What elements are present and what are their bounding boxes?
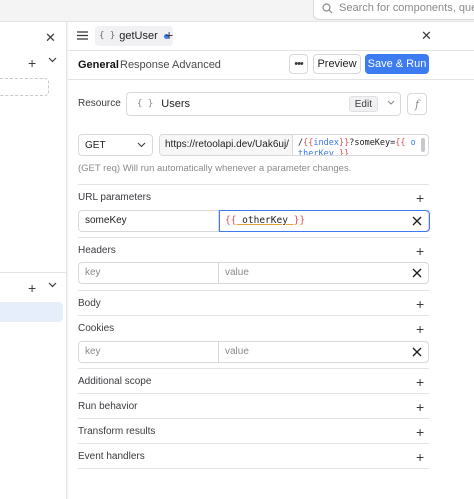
add-body-icon[interactable]: + <box>416 297 424 311</box>
divider <box>78 443 429 444</box>
divider <box>78 184 429 185</box>
cookie-row: key value <box>78 341 429 363</box>
cookie-value-input[interactable]: value <box>225 342 249 362</box>
resource-name: Users <box>161 98 190 110</box>
chevron-down-icon <box>137 142 146 148</box>
divider <box>78 315 429 316</box>
chevron-down-icon <box>387 100 395 105</box>
more-options-button[interactable]: ••• <box>289 54 308 74</box>
divider <box>78 368 429 369</box>
tab-response[interactable]: Response <box>120 59 170 71</box>
braces-icon: { } <box>137 99 154 109</box>
url-base: https://retoolapi.dev/Uak6uj/ <box>160 135 293 155</box>
header-value-input[interactable]: value <box>225 263 249 283</box>
add-icon[interactable]: + <box>28 55 36 71</box>
param-key-input[interactable]: someKey <box>79 211 219 231</box>
tab-advanced[interactable]: Advanced <box>172 59 221 71</box>
add-event-handler-icon[interactable]: + <box>416 450 424 464</box>
run-hint: (GET req) Will run automatically wheneve… <box>78 163 352 174</box>
header-key-input[interactable]: key <box>79 263 219 283</box>
resource-label: Resource <box>78 98 121 109</box>
editor-tabs: General Response Advanced ••• Preview Sa… <box>68 51 474 79</box>
chevron-down-icon[interactable] <box>48 282 57 288</box>
expand-additional-scope-icon[interactable]: + <box>416 375 424 389</box>
query-tab-bar: { } getUser + ✕ <box>68 22 474 50</box>
chevron-down-icon[interactable] <box>48 57 57 63</box>
url-parameter-row: someKey {{ otherKey }} <box>78 210 430 232</box>
search-placeholder: Search for components, queries <box>339 2 474 14</box>
event-handlers-label[interactable]: Event handlers <box>78 451 145 462</box>
component-search[interactable]: Search for components, queries <box>313 0 474 20</box>
additional-scope-label[interactable]: Additional scope <box>78 376 151 387</box>
close-icon[interactable]: ✕ <box>45 30 56 46</box>
transform-results-label[interactable]: Transform results <box>78 426 155 437</box>
run-behavior-label[interactable]: Run behavior <box>78 401 137 412</box>
add-header-icon[interactable]: + <box>416 244 424 258</box>
add-query-icon[interactable]: + <box>28 280 36 296</box>
divider <box>0 272 67 273</box>
add-cookie-icon[interactable]: + <box>416 322 424 336</box>
menu-icon[interactable] <box>77 31 88 40</box>
divider <box>68 79 474 80</box>
header-row: key value <box>78 262 429 284</box>
url-input[interactable]: https://retoolapi.dev/Uak6uj/ /{{index}}… <box>159 134 429 156</box>
braces-icon: { } <box>99 31 116 41</box>
resource-select[interactable]: { } Users Edit <box>126 92 401 116</box>
query-tab[interactable]: { } getUser <box>95 26 173 46</box>
param-value: {{ otherKey }} <box>225 215 306 226</box>
method-select[interactable]: GET <box>78 134 153 156</box>
body-label[interactable]: Body <box>78 298 101 309</box>
divider <box>78 290 429 291</box>
divider <box>78 237 429 238</box>
drop-zone[interactable] <box>0 78 49 96</box>
preview-button[interactable]: Preview <box>313 54 361 74</box>
left-panel: ✕ + + <box>0 22 67 499</box>
close-editor-icon[interactable]: ✕ <box>421 28 432 44</box>
search-icon <box>322 2 333 13</box>
scrollbar[interactable] <box>421 138 425 152</box>
url-path[interactable]: /{{index}}?someKey={{ otherKey }} <box>298 138 418 155</box>
divider <box>78 418 429 419</box>
expand-transform-results-icon[interactable]: + <box>416 425 424 439</box>
divider <box>78 468 429 469</box>
query-name: getUser <box>119 30 158 42</box>
edit-resource-button[interactable]: Edit <box>348 96 378 112</box>
add-url-parameter-icon[interactable]: + <box>416 191 424 205</box>
expand-run-behavior-icon[interactable]: + <box>416 400 424 414</box>
divider <box>78 393 429 394</box>
cookies-label[interactable]: Cookies <box>78 323 114 334</box>
method-value: GET <box>85 139 106 151</box>
tab-general[interactable]: General <box>78 59 119 71</box>
close-icon[interactable] <box>412 216 422 226</box>
save-run-button[interactable]: Save & Run <box>365 54 429 74</box>
top-bar: Search for components, queries <box>0 0 474 22</box>
close-icon[interactable] <box>412 347 422 357</box>
close-icon[interactable] <box>412 268 422 278</box>
fx-button[interactable]: f <box>407 93 427 115</box>
selected-query-item[interactable] <box>0 302 63 322</box>
url-parameters-label[interactable]: URL parameters <box>78 192 151 203</box>
query-editor: { } getUser + ✕ General Response Advance… <box>68 22 474 499</box>
headers-label[interactable]: Headers <box>78 245 116 256</box>
cookie-key-input[interactable]: key <box>79 342 219 362</box>
new-tab-icon[interactable]: + <box>165 27 173 43</box>
